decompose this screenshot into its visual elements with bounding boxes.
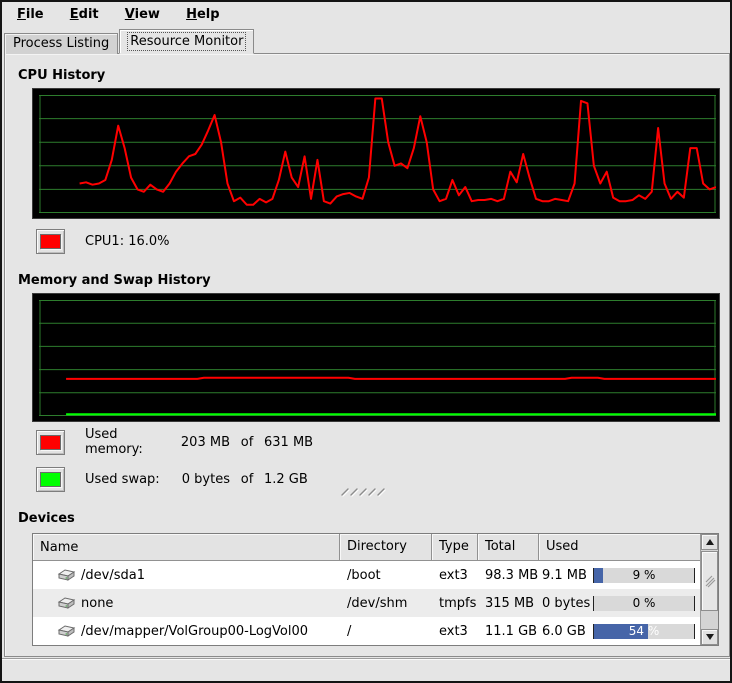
device-usage-bar: 54 %	[593, 624, 695, 639]
menu-help[interactable]: Help	[175, 2, 230, 28]
arrow-up-icon	[706, 539, 714, 545]
device-used: 0 bytes	[542, 596, 590, 611]
device-name: none	[81, 596, 113, 611]
devices-table-main: Name Directory Type Total Used /	[33, 534, 700, 645]
cpu-history-title: CPU History	[18, 68, 105, 83]
devices-scrollbar[interactable]	[700, 534, 718, 645]
tab-resource-monitor-label: Resource Monitor	[128, 33, 245, 50]
pane-resize-grip[interactable]	[339, 486, 387, 498]
column-header-total[interactable]: Total	[478, 534, 539, 561]
disk-icon	[57, 596, 76, 610]
device-type: ext3	[432, 568, 478, 583]
devices-title: Devices	[18, 511, 75, 526]
tab-process-listing[interactable]: Process Listing	[4, 33, 118, 54]
disk-icon	[57, 624, 76, 638]
column-header-used[interactable]: Used	[539, 534, 700, 561]
memory-history-plot	[39, 300, 716, 416]
resource-monitor-page: CPU History CPU1: 16.0% Memory and Swap …	[4, 53, 730, 657]
used-swap-value: 0 bytes	[175, 472, 230, 487]
menu-edit[interactable]: Edit	[59, 2, 110, 28]
device-row-sda1[interactable]: /dev/sda1 /boot ext3 98.3 MB 9.1 MB 9 %	[33, 561, 700, 589]
device-row-none[interactable]: none /dev/shm tmpfs 315 MB 0 bytes 0 %	[33, 589, 700, 617]
used-memory-label: Used memory:	[85, 427, 175, 457]
used-swap-of: of	[230, 472, 264, 487]
device-directory: /boot	[340, 568, 432, 583]
used-swap-legend: Used swap: 0 bytes of 1.2 GB	[36, 466, 308, 492]
devices-table-header: Name Directory Type Total Used	[33, 534, 700, 561]
device-name: /dev/sda1	[81, 568, 145, 583]
device-name: /dev/mapper/VolGroup00-LogVol00	[81, 624, 308, 639]
scroll-down-button[interactable]	[701, 629, 718, 645]
system-monitor-window: File Edit View Help Process Listing Resou…	[0, 0, 732, 683]
device-usage-percent: 9 %	[594, 568, 694, 583]
device-directory: /	[340, 624, 432, 639]
menu-view[interactable]: View	[114, 2, 171, 28]
cpu1-color-swatch	[40, 234, 61, 249]
used-memory-of: of	[230, 435, 264, 450]
column-header-name[interactable]: Name	[33, 534, 340, 561]
device-type: tmpfs	[432, 596, 478, 611]
device-used: 6.0 GB	[542, 624, 586, 639]
device-usage-bar: 0 %	[593, 596, 695, 611]
used-memory-color-button[interactable]	[36, 430, 65, 455]
devices-table: Name Directory Type Total Used /	[32, 533, 719, 646]
column-header-directory[interactable]: Directory	[340, 534, 432, 561]
used-memory-color-swatch	[40, 435, 61, 450]
device-type: ext3	[432, 624, 478, 639]
device-usage-percent: 0 %	[594, 596, 694, 611]
status-bar	[2, 658, 730, 681]
device-used: 9.1 MB	[542, 568, 587, 583]
used-memory-total: 631 MB	[264, 435, 313, 450]
menu-file[interactable]: File	[6, 2, 55, 28]
used-swap-total: 1.2 GB	[264, 472, 308, 487]
tab-resource-monitor[interactable]: Resource Monitor	[119, 29, 254, 54]
scrollbar-thumb[interactable]	[701, 551, 718, 611]
scrollbar-grip-icon	[704, 574, 716, 588]
cpu1-legend-label: CPU1: 16.0%	[85, 234, 170, 249]
used-swap-color-button[interactable]	[36, 467, 65, 492]
device-row-volgroup[interactable]: /dev/mapper/VolGroup00-LogVol00 / ext3 1…	[33, 617, 700, 645]
cpu1-color-button[interactable]	[36, 229, 65, 254]
used-memory-legend: Used memory: 203 MB of 631 MB	[36, 429, 313, 455]
used-swap-label: Used swap:	[85, 472, 175, 487]
device-total: 315 MB	[478, 596, 539, 611]
used-memory-value: 203 MB	[175, 435, 230, 450]
tab-process-listing-label: Process Listing	[13, 36, 109, 51]
memory-history-title: Memory and Swap History	[18, 273, 211, 288]
notebook-tabstrip: Process Listing Resource Monitor	[4, 29, 254, 54]
menu-bar: File Edit View Help	[2, 2, 730, 28]
memory-history-graph	[32, 293, 720, 422]
disk-icon	[57, 568, 76, 582]
device-usage-percent: 54 %	[594, 624, 694, 639]
cpu-history-plot	[39, 95, 716, 213]
device-usage-bar: 9 %	[593, 568, 695, 583]
arrow-down-icon	[706, 634, 714, 640]
column-header-type[interactable]: Type	[432, 534, 478, 561]
device-total: 11.1 GB	[478, 624, 539, 639]
scroll-up-button[interactable]	[701, 534, 718, 550]
cpu-legend: CPU1: 16.0%	[36, 228, 170, 254]
device-directory: /dev/shm	[340, 596, 432, 611]
cpu-history-graph	[32, 88, 720, 219]
device-total: 98.3 MB	[478, 568, 539, 583]
used-swap-color-swatch	[40, 472, 61, 487]
